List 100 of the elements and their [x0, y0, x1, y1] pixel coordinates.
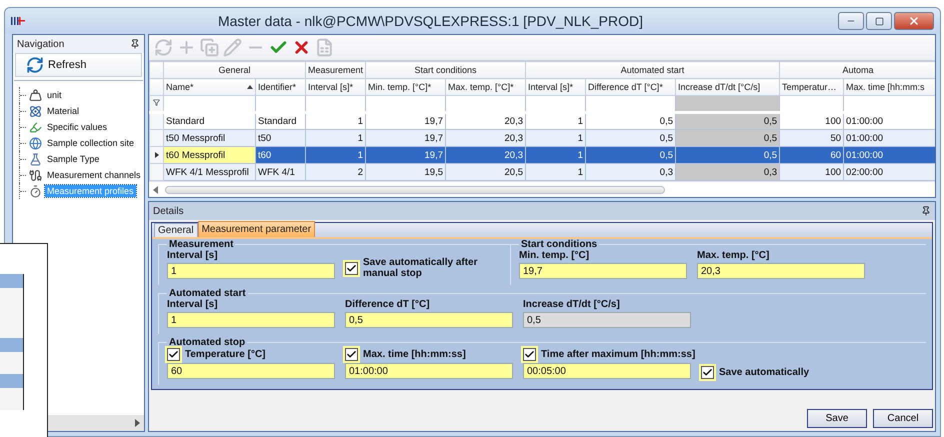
table-cell: Standard [256, 112, 306, 130]
table-cell: 1 [306, 112, 366, 130]
column-header[interactable]: Interval [s]* [306, 78, 366, 96]
tree-item[interactable]: Sample Type [45, 153, 102, 165]
field-label: Difference dT [°C] [345, 299, 431, 310]
input-field[interactable]: 19,7 [519, 263, 687, 279]
checkbox[interactable] [701, 366, 714, 379]
field-label: Interval [s] [167, 250, 219, 261]
input-field[interactable]: 01:00:00 [345, 363, 513, 379]
cable-icon [29, 168, 42, 182]
table-cell: t60 Messprofil [164, 146, 256, 164]
minimize-button[interactable] [838, 12, 864, 30]
group-title: Measurement [168, 239, 234, 250]
column-header[interactable]: Max. time [hh:mm:s [844, 78, 935, 96]
scroll-right-icon[interactable] [134, 419, 140, 427]
group-header: General [164, 62, 306, 78]
table-cell: 01:00:00 [844, 112, 935, 130]
checkbox[interactable] [523, 348, 536, 361]
table-cell: 19,5 [366, 164, 446, 180]
input-field[interactable]: 1 [167, 263, 335, 279]
checkbox[interactable] [167, 348, 180, 361]
refresh-icon [26, 56, 44, 74]
table-cell: 19,7 [366, 112, 446, 130]
maximize-button[interactable] [866, 12, 892, 30]
tree-item[interactable]: Specific values [45, 121, 110, 133]
table-cell: 50 [780, 130, 844, 146]
table-cell: 2 [306, 164, 366, 180]
dialog-button[interactable]: Save [807, 409, 867, 428]
group-title: Automated stop [168, 337, 246, 348]
input-field[interactable]: 60 [167, 363, 335, 379]
pin-icon[interactable] [130, 39, 140, 49]
group-title: Automated start [168, 288, 247, 299]
table-cell: 1 [306, 130, 366, 146]
table-cell: 0,3 [586, 164, 676, 180]
table-cell: 100 [780, 112, 844, 130]
table-cell: 0,5 [676, 130, 780, 146]
table-cell: t50 Messprofil [164, 130, 256, 146]
panel-title: Navigation [17, 38, 64, 50]
scroll-thumb[interactable] [165, 186, 665, 194]
table-cell: 01:00:00 [844, 130, 935, 146]
table-cell: 02:00:00 [844, 164, 935, 180]
weight-icon [29, 88, 42, 102]
table-cell: 0,5 [676, 112, 780, 130]
close-button[interactable] [894, 12, 934, 30]
table-cell: 20,3 [446, 112, 526, 130]
maximize-icon [874, 16, 884, 26]
field-label: Increase dT/dt [°C/s] [523, 299, 621, 310]
table-cell: 1 [526, 112, 586, 130]
panel-title: Details [153, 206, 184, 216]
atom-icon [29, 104, 42, 118]
column-header[interactable]: Name* [164, 78, 256, 96]
field-label: Max. time [hh:mm:ss] [363, 349, 466, 360]
column-header[interactable]: Increase dT/dt [°C/s] [676, 78, 780, 96]
close-icon [908, 15, 920, 27]
field-label: Interval [s] [167, 299, 219, 310]
column-header[interactable]: Temperatur… [780, 78, 844, 96]
group-header: Start conditions [366, 62, 526, 78]
column-header[interactable]: Interval [s]* [526, 78, 586, 96]
tree-item[interactable]: Sample collection site [45, 137, 136, 149]
input-field[interactable]: 0,5 [523, 312, 691, 328]
group-header: Automated start [526, 62, 780, 78]
tree-item[interactable]: Measurement channels [45, 169, 143, 181]
column-header[interactable]: Min. temp. [°C]* [366, 78, 446, 96]
table-cell: 1 [526, 130, 586, 146]
field-label: Time after maximum [hh:mm:ss] [541, 349, 696, 360]
table-cell: WFK 4/1 Messprofil [164, 164, 256, 180]
table-cell: 0,5 [676, 146, 780, 164]
table-cell: 20,3 [446, 130, 526, 146]
table-cell: 100 [780, 164, 844, 180]
field-label: Min. temp. [°C] [519, 250, 590, 261]
column-header[interactable]: Difference dT [°C]* [586, 78, 676, 96]
input-field[interactable]: 0,5 [345, 312, 513, 328]
dialog-button[interactable]: Cancel [873, 409, 933, 428]
table-cell: 1 [526, 146, 586, 164]
input-field[interactable]: 20,3 [697, 263, 865, 279]
column-header[interactable]: Identifier* [256, 78, 306, 96]
refresh-button[interactable]: Refresh [15, 53, 142, 77]
checkbox[interactable] [345, 348, 358, 361]
table-cell: t60 [256, 146, 306, 164]
tab[interactable]: General [154, 223, 198, 237]
pin-icon[interactable] [921, 206, 931, 216]
scroll-left-icon[interactable] [153, 186, 159, 194]
group-header: Measurement [306, 62, 366, 78]
table-cell: 01:00:00 [844, 146, 935, 164]
current-row-icon [154, 152, 158, 158]
field-label: Temperature [°C] [185, 349, 266, 360]
tree-item[interactable]: unit [45, 89, 64, 101]
tree-item[interactable]: Material [45, 105, 82, 117]
checkbox[interactable] [345, 262, 358, 274]
field-label: Max. temp. [°C] [697, 250, 770, 261]
table-cell: t50 [256, 130, 306, 146]
globe-icon [29, 136, 42, 150]
input-field[interactable]: 00:05:00 [523, 363, 691, 379]
table-cell: WFK 4/1 [256, 164, 306, 180]
table-cell: Standard [164, 112, 256, 130]
timer-icon [29, 184, 42, 198]
tab[interactable]: Measurement parameter [198, 221, 316, 237]
table-cell: 19,7 [366, 146, 446, 164]
column-header[interactable]: Max. temp. [°C]* [446, 78, 526, 96]
input-field[interactable]: 1 [167, 312, 335, 328]
